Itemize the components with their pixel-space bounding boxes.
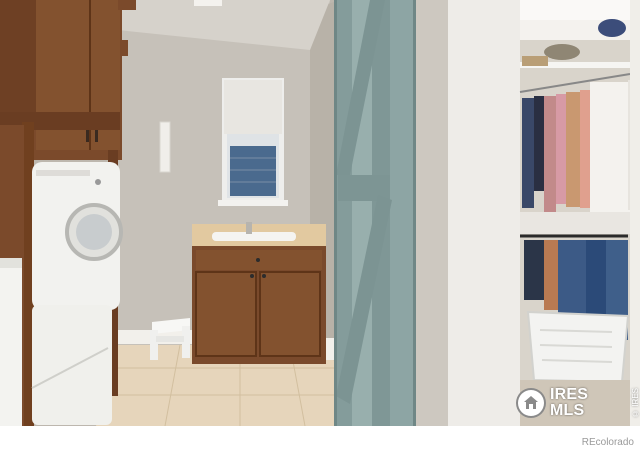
recolorado-credit: REcolorado	[581, 437, 634, 448]
ires-watermark-text: IRES MLS	[550, 387, 627, 419]
ires-copyright-text: © IRES	[631, 388, 640, 418]
listing-photo-frame: IRES MLS © IRES REcolorado	[0, 0, 640, 450]
ires-brand-text: IRES MLS	[549, 386, 589, 419]
ires-house-logo-icon	[516, 388, 546, 418]
ires-watermark: IRES MLS © IRES	[516, 386, 640, 420]
room-photo	[0, 0, 640, 426]
